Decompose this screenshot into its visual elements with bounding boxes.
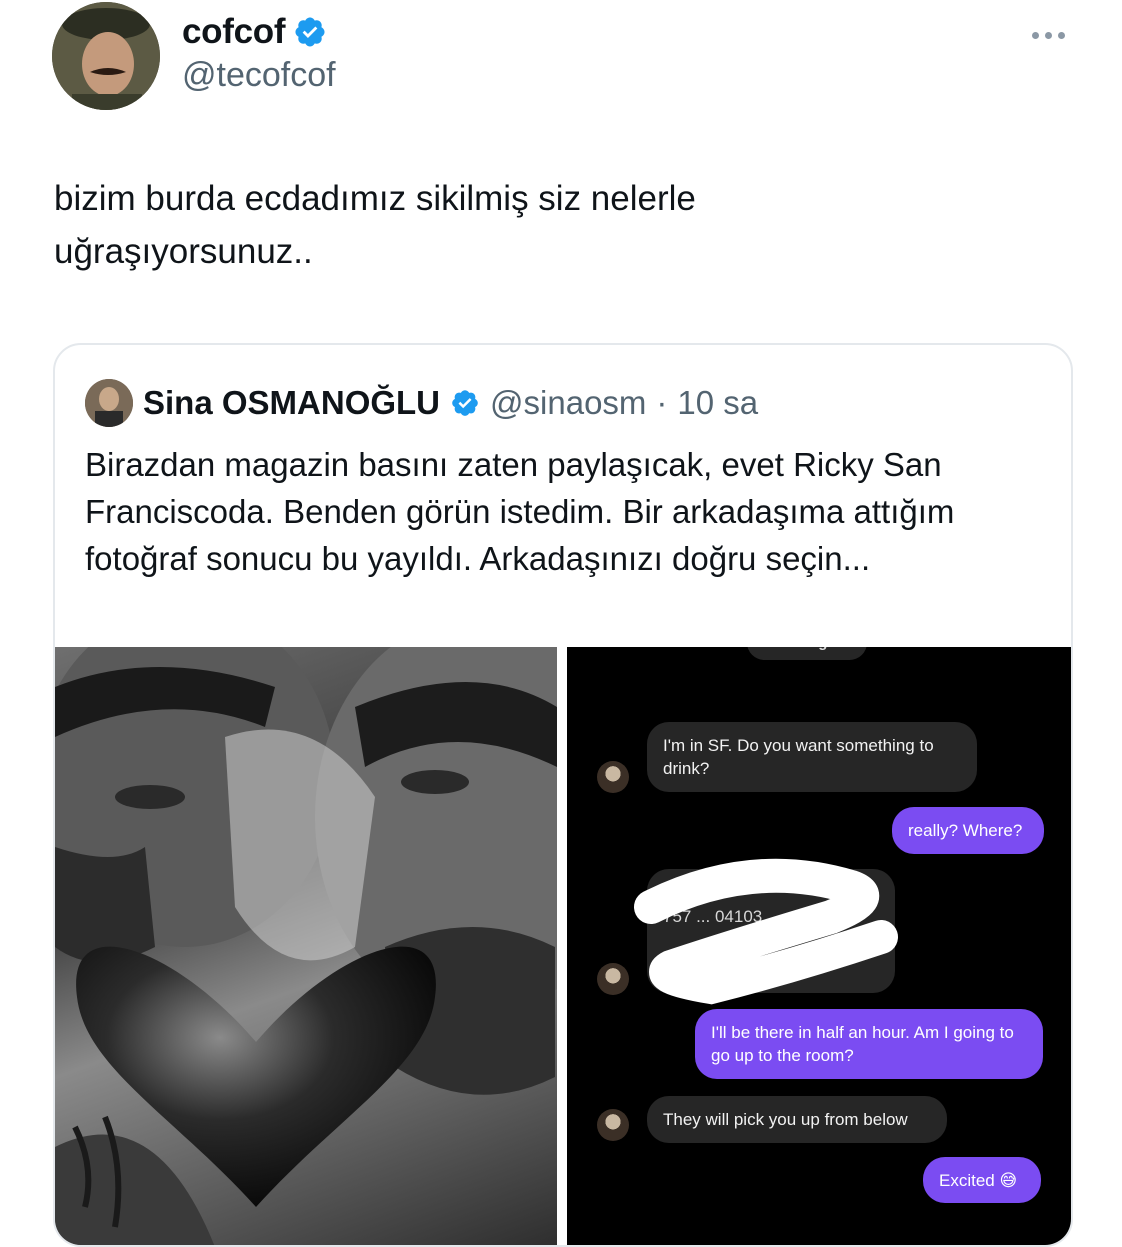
quoted-tweet-text: Birazdan magazin basını zaten paylaşıcak…	[85, 446, 955, 577]
verified-badge-icon	[452, 390, 478, 416]
author-display-name[interactable]: cofcof	[182, 12, 286, 52]
chat-message: I'll be there in half an hour. Am I goin…	[695, 1009, 1043, 1079]
quoted-author-avatar[interactable]	[85, 379, 133, 427]
more-dot	[1058, 32, 1065, 39]
sender-avatar-icon	[597, 761, 629, 793]
quoted-author-handle: @sinaosm	[490, 384, 647, 421]
sender-avatar-icon	[597, 1109, 629, 1141]
author-avatar[interactable]	[52, 2, 160, 110]
more-dot	[1045, 32, 1052, 39]
quoted-tweet-header: Sina OSMANOĞLU @sinaosm · 10 sa	[85, 379, 758, 427]
quoted-media-grid: Profili gör I'm in SF. Do you want somet…	[55, 647, 1071, 1245]
author-handle[interactable]: @tecofcof	[182, 56, 336, 95]
tweet-text: bizim burda ecdadımız sikilmiş siz neler…	[54, 179, 696, 271]
media-chat-screenshot[interactable]: Profili gör I'm in SF. Do you want somet…	[567, 647, 1071, 1245]
user-avatar-photo	[52, 2, 160, 110]
quoted-author-name[interactable]: Sina OSMANOĞLU	[143, 384, 440, 422]
selfie-image	[55, 647, 557, 1245]
more-options-icon[interactable]	[1026, 26, 1071, 45]
chat-message: They will pick you up from below	[647, 1096, 947, 1143]
user-avatar-photo	[85, 379, 133, 427]
quoted-tweet-card[interactable]: Sina OSMANOĞLU @sinaosm · 10 sa Birazdan…	[53, 343, 1073, 1247]
author-name-row: cofcof	[182, 12, 327, 52]
chat-message: Excited 😅	[923, 1157, 1041, 1203]
profile-label: Profili gör	[747, 647, 867, 660]
media-photo-selfie[interactable]	[55, 647, 557, 1245]
separator-dot: ·	[656, 384, 668, 421]
more-dot	[1032, 32, 1039, 39]
verified-badge-icon	[295, 17, 325, 47]
sender-avatar-icon	[597, 963, 629, 995]
chat-message: I'm in SF. Do you want something to drin…	[647, 722, 977, 792]
redaction-scribble	[634, 858, 898, 1005]
quoted-timestamp[interactable]: 10 sa	[677, 384, 758, 422]
chat-message: really? Where?	[892, 807, 1044, 854]
